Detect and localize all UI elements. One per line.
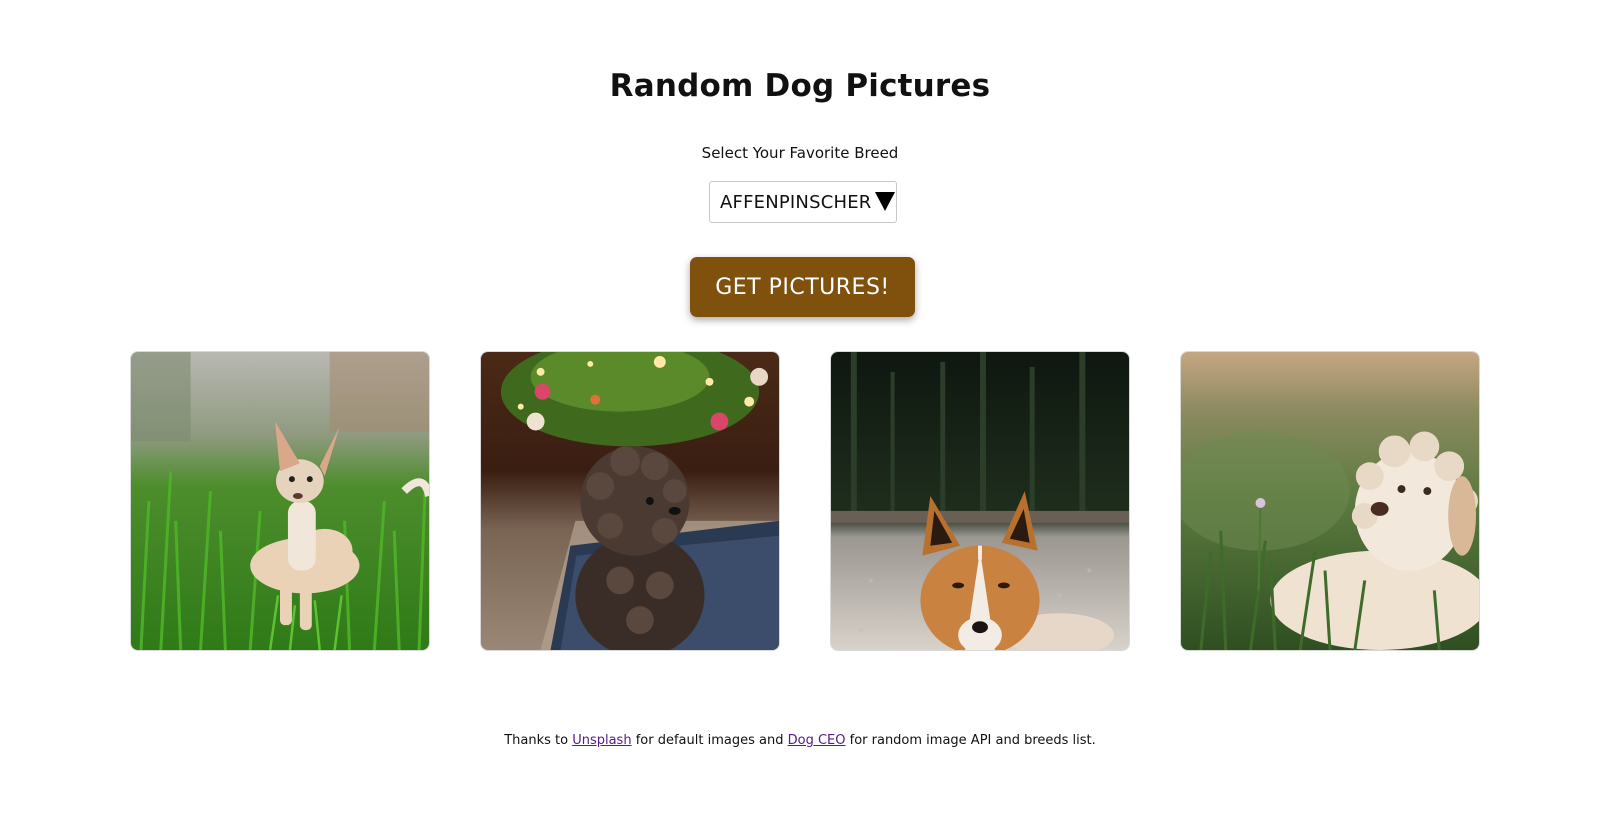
poodle-photo bbox=[481, 352, 779, 650]
breed-select-label: Select Your Favorite Breed bbox=[701, 144, 899, 162]
footer-text-1: Thanks to bbox=[504, 733, 569, 748]
dog-photo-1 bbox=[130, 351, 430, 651]
unsplash-link[interactable]: Unsplash bbox=[572, 733, 631, 748]
photo-gallery bbox=[130, 351, 1480, 651]
breed-select[interactable]: AFFENPINSCHER bbox=[709, 181, 897, 223]
dog-photo-2 bbox=[480, 351, 780, 651]
chihuahua-photo bbox=[131, 352, 429, 650]
footer-text-3: for random image API and breeds list. bbox=[849, 733, 1096, 748]
page: Random Dog Pictures Select Your Favorite… bbox=[0, 0, 1600, 840]
footer-credits: Thanks to Unsplash for default images an… bbox=[0, 733, 1600, 748]
page-title: Random Dog Pictures bbox=[609, 68, 991, 104]
doodle-photo bbox=[1181, 352, 1479, 650]
dog-photo-4 bbox=[1180, 351, 1480, 651]
breed-select-value: AFFENPINSCHER bbox=[720, 191, 872, 213]
shiba-photo bbox=[831, 352, 1129, 650]
footer-text-2: for default images and bbox=[635, 733, 784, 748]
dog-photo-3 bbox=[830, 351, 1130, 651]
dog-ceo-link[interactable]: Dog CEO bbox=[788, 733, 846, 748]
get-pictures-button[interactable]: GET PICTURES! bbox=[690, 257, 915, 317]
triangle-down-icon bbox=[874, 191, 895, 211]
